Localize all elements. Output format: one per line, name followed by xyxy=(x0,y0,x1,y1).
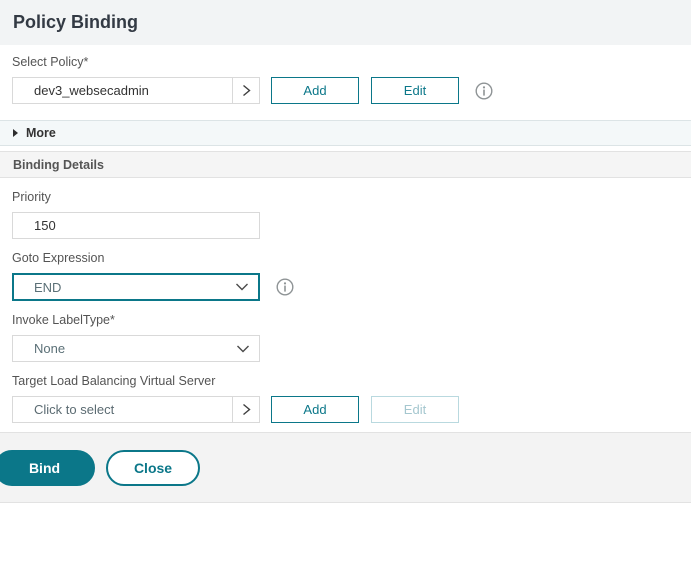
info-icon[interactable] xyxy=(475,82,493,100)
invoke-labeltype-label: Invoke LabelType* xyxy=(12,313,679,327)
bind-button[interactable]: Bind xyxy=(0,450,95,486)
chevron-down-icon xyxy=(235,283,249,292)
triangle-right-icon xyxy=(13,129,18,137)
priority-label: Priority xyxy=(12,190,679,204)
target-lb-placeholder: Click to select xyxy=(13,397,232,422)
chevron-right-icon[interactable] xyxy=(232,397,259,422)
footer-bar: Bind Close xyxy=(0,432,691,503)
invoke-labeltype-value: None xyxy=(34,341,65,356)
policy-add-button[interactable]: Add xyxy=(271,77,359,104)
invoke-labeltype-select[interactable]: None xyxy=(12,335,260,362)
more-expander[interactable]: More xyxy=(0,120,691,146)
target-lb-label: Target Load Balancing Virtual Server xyxy=(12,374,679,388)
select-policy-value: dev3_websecadmin xyxy=(13,78,232,103)
select-policy-picker[interactable]: dev3_websecadmin xyxy=(12,77,260,104)
info-icon[interactable] xyxy=(276,278,294,296)
target-lb-edit-button: Edit xyxy=(371,396,459,423)
chevron-right-icon[interactable] xyxy=(232,78,259,103)
binding-details-bar: Binding Details xyxy=(0,151,691,178)
goto-expression-select[interactable]: END xyxy=(12,273,260,301)
priority-input[interactable] xyxy=(12,212,260,239)
target-lb-picker[interactable]: Click to select xyxy=(12,396,260,423)
target-lb-add-button[interactable]: Add xyxy=(271,396,359,423)
dialog-header: Policy Binding xyxy=(0,0,691,45)
more-label: More xyxy=(26,126,56,140)
select-policy-section: Select Policy* dev3_websecadmin Add Edit xyxy=(0,45,691,104)
chevron-down-icon xyxy=(236,344,250,353)
goto-expression-label: Goto Expression xyxy=(12,251,679,265)
binding-details-heading: Binding Details xyxy=(13,158,104,172)
binding-details-form: Priority Goto Expression END Invok xyxy=(0,190,691,423)
select-policy-label: Select Policy* xyxy=(12,55,679,69)
close-button[interactable]: Close xyxy=(106,450,200,486)
goto-expression-value: END xyxy=(34,280,61,295)
page-title: Policy Binding xyxy=(13,12,138,33)
policy-edit-button[interactable]: Edit xyxy=(371,77,459,104)
